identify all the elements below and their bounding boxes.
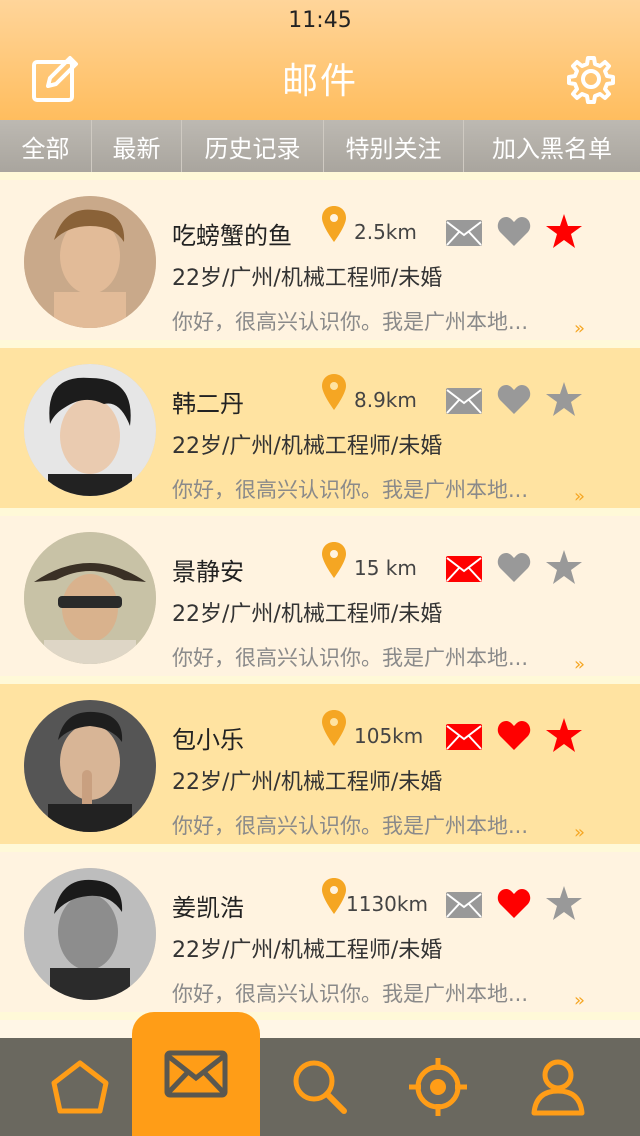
location-pin-icon bbox=[322, 878, 346, 914]
message-preview: 你好，很高兴认识你。我是广州本地... bbox=[172, 310, 529, 334]
mail-list: 吃螃蟹的鱼 2.5km 22岁/广州/机械工程师/未婚 你好，很高兴认识你。我是… bbox=[0, 172, 640, 1038]
star-icon[interactable] bbox=[546, 382, 582, 416]
tabbar-mail[interactable] bbox=[132, 1012, 260, 1136]
settings-button[interactable] bbox=[566, 54, 616, 104]
more-arrow[interactable]: » bbox=[574, 318, 585, 339]
list-item[interactable]: 吃螃蟹的鱼 2.5km 22岁/广州/机械工程师/未婚 你好，很高兴认识你。我是… bbox=[0, 180, 640, 340]
more-arrow[interactable]: » bbox=[574, 654, 585, 675]
sender-info: 22岁/广州/机械工程师/未婚 bbox=[172, 266, 443, 291]
heart-icon[interactable] bbox=[497, 888, 531, 920]
list-item[interactable]: 韩二丹 8.9km 22岁/广州/机械工程师/未婚 你好，很高兴认识你。我是广州… bbox=[0, 348, 640, 508]
sender-info: 22岁/广州/机械工程师/未婚 bbox=[172, 938, 443, 963]
more-arrow[interactable]: » bbox=[574, 486, 585, 507]
tab-blacklist[interactable]: 加入黑名单 bbox=[464, 120, 640, 172]
filter-tabs: 全部 最新 历史记录 特别关注 加入黑名单 bbox=[0, 120, 640, 172]
sender-name: 吃螃蟹的鱼 bbox=[172, 222, 292, 250]
page-title: 邮件 bbox=[281, 61, 358, 102]
mail-icon[interactable] bbox=[446, 556, 482, 582]
star-icon[interactable] bbox=[546, 718, 582, 752]
header: 11:45 邮件 bbox=[0, 0, 640, 120]
bottom-tab-bar bbox=[0, 1012, 640, 1136]
sender-info: 22岁/广州/机械工程师/未婚 bbox=[172, 602, 443, 627]
sender-name: 包小乐 bbox=[172, 726, 244, 754]
message-preview: 你好，很高兴认识你。我是广州本地... bbox=[172, 646, 529, 670]
sender-info: 22岁/广州/机械工程师/未婚 bbox=[172, 770, 443, 795]
avatar[interactable] bbox=[24, 364, 156, 496]
distance: 8.9km bbox=[354, 388, 417, 412]
tab-history[interactable]: 历史记录 bbox=[182, 120, 324, 172]
more-arrow[interactable]: » bbox=[574, 990, 585, 1011]
distance: 105km bbox=[354, 724, 424, 748]
tabbar-nearby[interactable] bbox=[374, 1038, 502, 1136]
profile-icon bbox=[531, 1059, 585, 1116]
heart-icon[interactable] bbox=[497, 216, 531, 248]
mail-icon bbox=[164, 1050, 228, 1098]
search-icon bbox=[293, 1060, 347, 1114]
tab-special-follow[interactable]: 特别关注 bbox=[324, 120, 464, 172]
home-icon bbox=[51, 1060, 109, 1114]
gear-icon bbox=[567, 56, 615, 104]
distance: 15 km bbox=[354, 556, 417, 580]
sender-name: 景静安 bbox=[172, 558, 244, 586]
tab-latest[interactable]: 最新 bbox=[92, 120, 182, 172]
status-time: 11:45 bbox=[288, 8, 352, 33]
tabbar-search[interactable] bbox=[256, 1038, 384, 1136]
star-icon[interactable] bbox=[546, 214, 582, 248]
heart-icon[interactable] bbox=[497, 720, 531, 752]
location-pin-icon bbox=[322, 206, 346, 242]
list-item[interactable]: 景静安 15 km 22岁/广州/机械工程师/未婚 你好，很高兴认识你。我是广州… bbox=[0, 516, 640, 676]
mail-icon[interactable] bbox=[446, 220, 482, 246]
heart-icon[interactable] bbox=[497, 384, 531, 416]
mail-icon[interactable] bbox=[446, 388, 482, 414]
list-item[interactable]: 姜凯浩 1130km 22岁/广州/机械工程师/未婚 你好，很高兴认识你。我是广… bbox=[0, 852, 640, 1012]
star-icon[interactable] bbox=[546, 886, 582, 920]
more-arrow[interactable]: » bbox=[574, 822, 585, 843]
avatar[interactable] bbox=[24, 532, 156, 664]
avatar[interactable] bbox=[24, 196, 156, 328]
location-pin-icon bbox=[322, 710, 346, 746]
target-icon bbox=[409, 1058, 467, 1116]
location-pin-icon bbox=[322, 542, 346, 578]
tabbar-profile[interactable] bbox=[494, 1038, 622, 1136]
sender-info: 22岁/广州/机械工程师/未婚 bbox=[172, 434, 443, 459]
tabbar-home[interactable] bbox=[16, 1038, 144, 1136]
star-icon[interactable] bbox=[546, 550, 582, 584]
tab-all[interactable]: 全部 bbox=[0, 120, 92, 172]
message-preview: 你好，很高兴认识你。我是广州本地... bbox=[172, 814, 529, 838]
sender-name: 韩二丹 bbox=[172, 390, 244, 418]
location-pin-icon bbox=[322, 374, 346, 410]
avatar[interactable] bbox=[24, 700, 156, 832]
list-item[interactable]: 包小乐 105km 22岁/广州/机械工程师/未婚 你好，很高兴认识你。我是广州… bbox=[0, 684, 640, 844]
message-preview: 你好，很高兴认识你。我是广州本地... bbox=[172, 982, 529, 1006]
distance: 1130km bbox=[346, 892, 428, 916]
mail-icon[interactable] bbox=[446, 724, 482, 750]
heart-icon[interactable] bbox=[497, 552, 531, 584]
mail-icon[interactable] bbox=[446, 892, 482, 918]
message-preview: 你好，很高兴认识你。我是广州本地... bbox=[172, 478, 529, 502]
sender-name: 姜凯浩 bbox=[172, 894, 244, 922]
distance: 2.5km bbox=[354, 220, 417, 244]
avatar[interactable] bbox=[24, 868, 156, 1000]
